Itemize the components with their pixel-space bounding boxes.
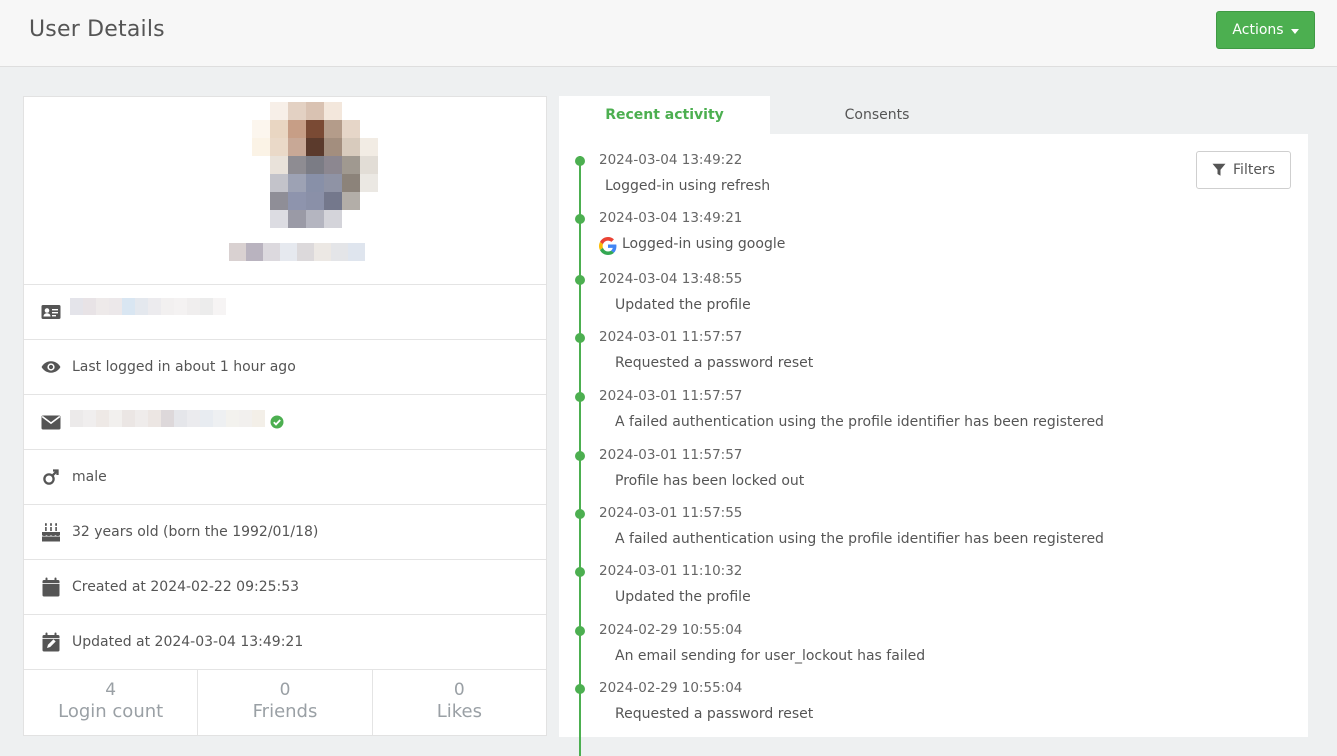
- stat-label: Login count: [58, 701, 164, 722]
- timeline-dot: [575, 156, 585, 166]
- eye-icon: [41, 357, 61, 377]
- stat-label: Friends: [252, 701, 318, 722]
- tab-recent-activity[interactable]: Recent activity: [559, 96, 770, 134]
- gender-text: male: [72, 469, 107, 485]
- timeline-item: 2024-03-04 13:49:22 Logged-in using refr…: [559, 139, 1299, 197]
- timeline-message: Profile has been locked out: [615, 473, 805, 489]
- timeline-message: Updated the profile: [615, 589, 751, 605]
- timeline-dot: [575, 333, 585, 343]
- timeline-dot: [575, 392, 585, 402]
- stat-label: Likes: [436, 701, 482, 722]
- timeline-date: 2024-03-01 11:57:57: [599, 329, 743, 345]
- tab-consents[interactable]: Consents: [770, 96, 984, 134]
- timeline-dot: [575, 626, 585, 636]
- timeline-date: 2024-03-04 13:48:55: [599, 271, 743, 287]
- timeline-date: 2024-03-04 13:49:21: [599, 210, 743, 226]
- stat-login-count: 4 Login count: [24, 669, 199, 735]
- page-header: User Details Actions: [0, 0, 1337, 67]
- stat-value: 0: [279, 680, 291, 700]
- timeline-date: 2024-03-01 11:10:32: [599, 563, 743, 579]
- row-last-logged: Last logged in about 1 hour ago: [24, 340, 546, 395]
- timeline-message: A failed authentication using the profil…: [615, 531, 1104, 547]
- user-name-redacted: [229, 243, 365, 261]
- activity-tabs: Recent activity Consents: [559, 96, 1308, 134]
- timeline-message: Logged-in using google: [622, 236, 786, 252]
- calendar-icon: [41, 577, 61, 597]
- updated-text: Updated at 2024-03-04 13:49:21: [72, 634, 304, 650]
- timeline-message: A failed authentication using the profil…: [615, 414, 1104, 430]
- age-text: 32 years old (born the 1992/01/18): [72, 524, 319, 540]
- timeline-dot: [575, 214, 585, 224]
- timeline-date: 2024-03-01 11:57:57: [599, 447, 743, 463]
- google-icon: [599, 237, 617, 255]
- timeline-date: 2024-03-01 11:57:57: [599, 388, 743, 404]
- actions-button[interactable]: Actions: [1216, 11, 1315, 49]
- timeline-dot: [575, 567, 585, 577]
- timeline-item: 2024-03-01 11:57:55 A failed authenticat…: [559, 492, 1299, 550]
- timeline-date: 2024-02-29 10:55:04: [599, 622, 743, 638]
- mars-icon: [41, 467, 61, 487]
- stats-bar: 4 Login count 0 Friends 0 Likes: [24, 669, 546, 735]
- stat-likes: 0 Likes: [373, 669, 546, 735]
- timeline-date: 2024-03-04 13:49:22: [599, 152, 743, 168]
- last-logged-text: Last logged in about 1 hour ago: [72, 359, 296, 375]
- row-updated: Updated at 2024-03-04 13:49:21: [24, 615, 546, 670]
- row-age: 32 years old (born the 1992/01/18): [24, 505, 546, 560]
- verified-check-icon: [270, 415, 284, 429]
- birthday-cake-icon: [41, 522, 61, 542]
- avatar-section: [24, 97, 546, 285]
- envelope-icon: [41, 412, 61, 432]
- timeline-dot: [575, 275, 585, 285]
- row-email: [24, 395, 546, 450]
- actions-label: Actions: [1232, 22, 1284, 38]
- row-user-id: [24, 285, 546, 340]
- timeline-date: 2024-03-01 11:57:55: [599, 505, 743, 521]
- email-redacted: [70, 410, 265, 427]
- timeline-item: 2024-03-01 11:57:57 Requested a password…: [559, 316, 1299, 374]
- stat-value: 4: [105, 680, 117, 700]
- timeline-dot: [575, 509, 585, 519]
- timeline-item: 2024-03-04 13:49:21 Logged-in using goog…: [559, 197, 1299, 255]
- timeline-item: 2024-03-01 11:10:32 Updated the profile: [559, 550, 1299, 608]
- caret-down-icon: [1290, 28, 1299, 34]
- profile-card: Last logged in about 1 hour ago male 32 …: [23, 96, 547, 736]
- timeline-item: 2024-03-01 11:57:57 A failed authenticat…: [559, 375, 1299, 433]
- timeline-date: 2024-02-29 10:55:04: [599, 680, 743, 696]
- calendar-edit-icon: [41, 632, 61, 652]
- stat-friends: 0 Friends: [198, 669, 373, 735]
- row-gender: male: [24, 450, 546, 505]
- timeline-item: 2024-02-29 10:55:04 Requested a password…: [559, 667, 1299, 725]
- avatar: [252, 102, 378, 228]
- timeline-dot: [575, 451, 585, 461]
- page-title: User Details: [29, 17, 165, 42]
- row-created: Created at 2024-02-22 09:25:53: [24, 560, 546, 615]
- timeline-message: An email sending for user_lockout has fa…: [615, 648, 926, 664]
- stat-value: 0: [453, 680, 465, 700]
- timeline-item: 2024-03-01 11:57:57 Profile has been loc…: [559, 434, 1299, 492]
- activity-panel: Filters 2024-03-04 13:49:22 Logged-in us…: [559, 134, 1308, 756]
- timeline-item: 2024-03-04 13:48:55 Updated the profile: [559, 258, 1299, 316]
- id-card-icon: [41, 302, 61, 322]
- timeline-message: Logged-in using refresh: [605, 178, 771, 194]
- timeline-message: Requested a password reset: [615, 706, 814, 722]
- user-id-redacted: [70, 298, 226, 315]
- timeline-message: Updated the profile: [615, 297, 751, 313]
- timeline-dot: [575, 684, 585, 694]
- timeline-message: Requested a password reset: [615, 355, 814, 371]
- created-text: Created at 2024-02-22 09:25:53: [72, 579, 300, 595]
- timeline-item: 2024-02-29 10:55:04 An email sending for…: [559, 609, 1299, 667]
